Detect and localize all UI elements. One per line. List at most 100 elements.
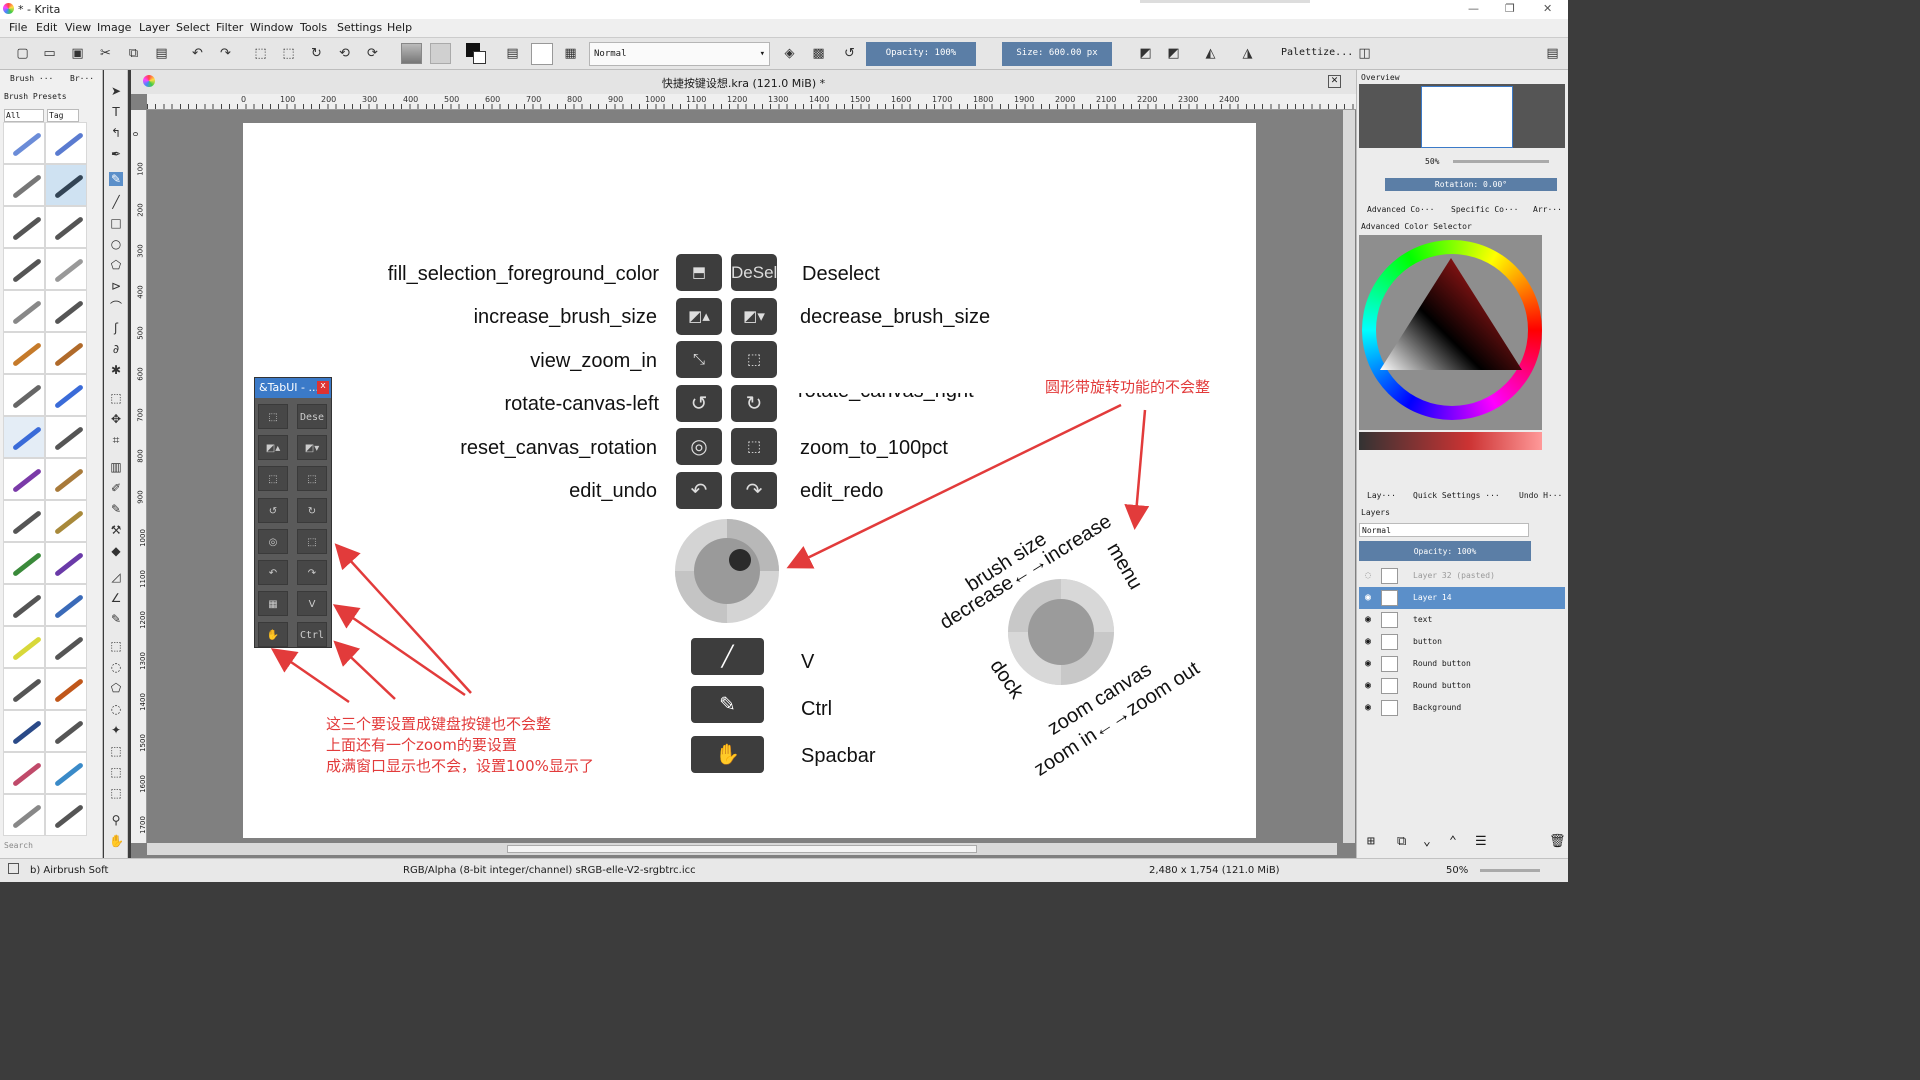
brush-preset[interactable] [3, 164, 45, 206]
undo-icon[interactable]: ↶ [190, 46, 205, 61]
eye-icon[interactable]: ◉ [1365, 658, 1376, 669]
brush-preset[interactable] [45, 668, 87, 710]
brush-preset[interactable] [3, 668, 45, 710]
tabui-button[interactable]: V [297, 591, 327, 616]
menu-window[interactable]: Window [250, 21, 293, 34]
brush-preset[interactable] [45, 332, 87, 374]
menu-edit[interactable]: Edit [36, 21, 57, 34]
workspace-icon[interactable]: ▦ [563, 46, 578, 61]
dynamic-brush-icon[interactable]: ∂ [109, 342, 123, 356]
eye-icon[interactable]: ◉ [1365, 636, 1376, 647]
tabui-floating-window[interactable]: &TabUI - ... x ⬚ Dese ◩▴ ◩▾ ⬚ ⬚ ↺ ↻ ◎ ⬚ ↶… [254, 377, 332, 648]
tabui-button[interactable]: ▦ [258, 591, 288, 616]
redo-icon[interactable]: ↷ [218, 46, 233, 61]
brush-preset[interactable] [45, 500, 87, 542]
layer-row[interactable]: ◉ text [1359, 609, 1565, 631]
tabui-button[interactable]: ✋ [258, 622, 288, 647]
tabui-button[interactable]: Ctrl [297, 622, 327, 647]
contiguous-select-icon[interactable]: ✦ [109, 723, 123, 737]
new-document-icon[interactable]: ▢ [15, 46, 30, 61]
restore-button[interactable]: ❐ [1505, 2, 1515, 15]
layer-blend-select[interactable]: Normal [1359, 523, 1529, 537]
transform-tool-icon[interactable]: ⬚ [109, 391, 123, 405]
menu-tools[interactable]: Tools [300, 21, 327, 34]
mirror-horizontal-icon[interactable]: ◭ [1203, 46, 1218, 61]
reference-tool-icon[interactable]: ✎ [109, 612, 123, 626]
brush-preset[interactable] [3, 710, 45, 752]
multibrush-icon[interactable]: ✱ [109, 363, 123, 377]
toolbar-menu-icon[interactable]: ▤ [1545, 46, 1560, 61]
menu-filter[interactable]: Filter [216, 21, 243, 34]
menu-image[interactable]: Image [97, 21, 131, 34]
tab-undo-history[interactable]: Undo H··· [1519, 491, 1562, 500]
bezier-select-icon[interactable]: ⬚ [109, 765, 123, 779]
tabui-header[interactable]: &TabUI - ... x [255, 378, 331, 398]
alpha-lock-icon[interactable]: ▩ [811, 46, 826, 61]
menu-file[interactable]: File [9, 21, 27, 34]
reload-preset-icon[interactable]: ↺ [842, 46, 857, 61]
pattern-swatch[interactable] [430, 43, 451, 64]
brush-preset[interactable] [45, 290, 87, 332]
brush-preset[interactable] [45, 416, 87, 458]
zoom-slider[interactable] [1480, 869, 1540, 872]
vertical-scrollbar[interactable] [1343, 110, 1355, 843]
paste-icon[interactable]: ▤ [154, 46, 169, 61]
brush-preset[interactable] [45, 458, 87, 500]
line-tool-icon[interactable]: ╱ [109, 195, 123, 209]
tab-specific-color[interactable]: Specific Co··· [1451, 205, 1518, 214]
layer-row[interactable]: ◉ Round button [1359, 653, 1565, 675]
colorize-mask-icon[interactable]: ⚒ [109, 523, 123, 537]
brush-preset[interactable] [45, 374, 87, 416]
brush-preset[interactable] [3, 248, 45, 290]
rectangle-tool-icon[interactable]: □ [109, 216, 123, 230]
brush-preset[interactable] [3, 458, 45, 500]
delete-layer-icon[interactable]: 🗑 [1549, 834, 1566, 849]
pan-tool-icon[interactable]: ✋ [109, 834, 124, 848]
eye-icon[interactable]: ◉ [1365, 680, 1376, 691]
tab-arrange[interactable]: Arr··· [1533, 205, 1562, 214]
freehand-path-icon[interactable]: ʃ [109, 321, 123, 335]
brush-preset[interactable] [45, 710, 87, 752]
move-layer-up-icon[interactable]: ⌃ [1449, 834, 1457, 849]
move-layer-down-icon[interactable]: ⌄ [1423, 834, 1431, 849]
similar-select-icon[interactable]: ⬚ [109, 744, 123, 758]
color-strip[interactable] [1359, 432, 1542, 450]
tabui-button[interactable]: ◩▾ [297, 435, 327, 460]
tabui-button[interactable]: ⬚ [258, 466, 288, 491]
eye-icon[interactable]: ◉ [1365, 614, 1376, 625]
layer-row[interactable]: ◉ button [1359, 631, 1565, 653]
ellipse-select-icon[interactable]: ◌ [109, 660, 123, 674]
dock-toggle-icon[interactable]: ◫ [1357, 46, 1372, 61]
layer-properties-icon[interactable]: ☰ [1475, 834, 1487, 849]
menu-settings[interactable]: Settings [337, 21, 382, 34]
tabui-button[interactable]: ↷ [297, 560, 327, 585]
polyline-tool-icon[interactable]: ⊳ [109, 279, 123, 293]
brush-preset[interactable] [3, 794, 45, 836]
rotate-right-icon[interactable]: ⟳ [365, 46, 380, 61]
reload-icon[interactable]: ↻ [309, 46, 324, 61]
brush-preset[interactable] [3, 332, 45, 374]
tab-quick-settings[interactable]: Quick Settings ··· [1413, 491, 1500, 500]
brush-preset[interactable] [45, 794, 87, 836]
calligraphy-icon[interactable]: ✒ [109, 147, 123, 161]
tabui-button[interactable]: ◩▴ [258, 435, 288, 460]
color-selector-area[interactable] [1359, 235, 1542, 430]
polygon-tool-icon[interactable]: ⬠ [109, 258, 123, 272]
crop-tool-icon[interactable]: ⌗ [109, 433, 123, 447]
brush-preset[interactable] [45, 752, 87, 794]
fill-tool-icon[interactable]: ◆ [109, 544, 123, 558]
opacity-slider[interactable]: Opacity: 100% [866, 42, 976, 66]
tabui-button[interactable]: ↻ [297, 498, 327, 523]
tabui-button[interactable]: ↺ [258, 498, 288, 523]
rect-select-icon[interactable]: ⬚ [109, 639, 123, 653]
polygon-select-icon[interactable]: ⬠ [109, 681, 123, 695]
close-window-button[interactable]: ✕ [1543, 2, 1552, 15]
brush-preset[interactable] [45, 122, 87, 164]
menu-view[interactable]: View [65, 21, 91, 34]
tabui-button[interactable]: ⬚ [297, 466, 327, 491]
open-folder-icon[interactable]: ▭ [42, 46, 57, 61]
layer-row[interactable]: ◌ Layer 32 (pasted) [1359, 565, 1565, 587]
tag-button[interactable]: Tag [47, 109, 79, 122]
rotate-icon[interactable]: ⟲ [337, 46, 352, 61]
copy-icon[interactable]: ⧉ [126, 46, 141, 61]
